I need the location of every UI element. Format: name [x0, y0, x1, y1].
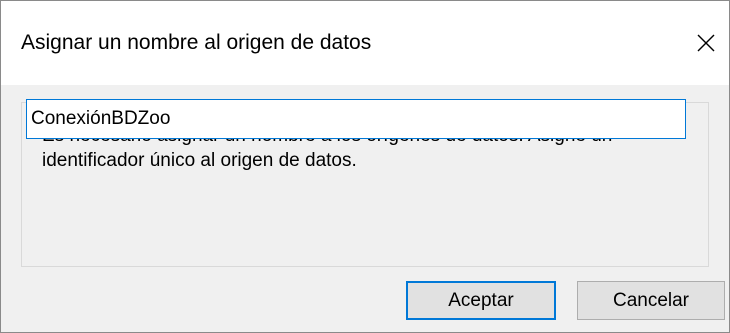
close-button[interactable] [683, 1, 729, 85]
data-source-name-input[interactable] [26, 99, 686, 139]
cancel-button[interactable]: Cancelar [577, 281, 725, 320]
close-icon [697, 34, 715, 52]
name-data-source-dialog: Asignar un nombre al origen de datos Es … [0, 0, 730, 333]
accept-button[interactable]: Aceptar [406, 281, 556, 320]
dialog-title: Asignar un nombre al origen de datos [21, 31, 372, 54]
title-bar: Asignar un nombre al origen de datos [1, 1, 729, 85]
